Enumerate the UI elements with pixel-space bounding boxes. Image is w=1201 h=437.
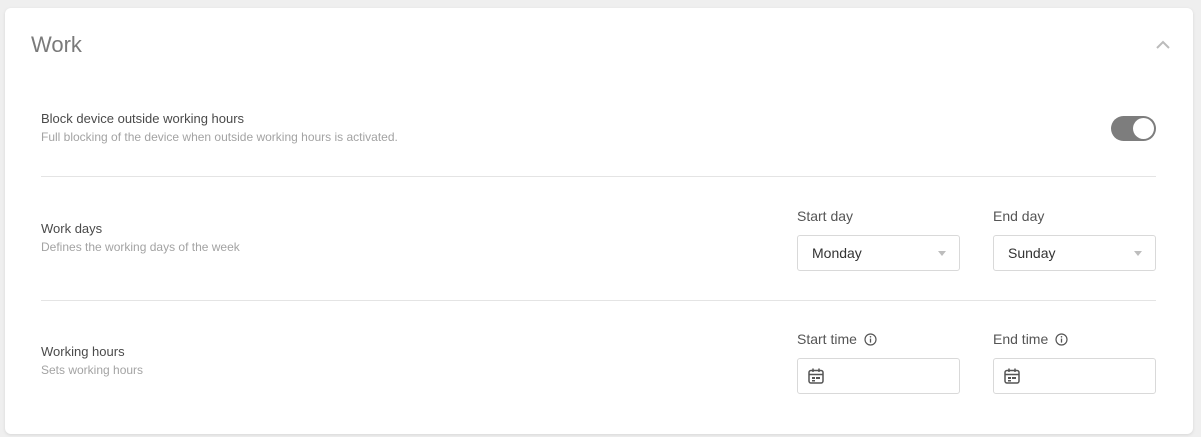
calendar-icon — [1004, 368, 1020, 384]
end-day-label-text: End day — [993, 208, 1045, 224]
caret-down-icon — [938, 251, 946, 256]
work-settings-card: Work Block device outside working hours … — [5, 8, 1193, 434]
start-day-select[interactable]: Monday — [797, 235, 960, 271]
calendar-icon — [808, 368, 824, 384]
info-icon[interactable] — [864, 332, 877, 346]
chevron-up-icon — [1156, 40, 1170, 49]
end-day-select[interactable]: Sunday — [993, 235, 1156, 271]
block-device-toggle[interactable] — [1111, 116, 1156, 141]
work-days-section: Work days Defines the working days of th… — [41, 221, 1156, 254]
end-time-label: End time — [993, 331, 1068, 347]
start-day-label: Start day — [797, 208, 853, 224]
working-hours-description: Sets working hours — [41, 363, 144, 377]
start-day-label-text: Start day — [797, 208, 854, 224]
end-time-input[interactable] — [993, 358, 1156, 394]
info-icon[interactable] — [1055, 332, 1068, 346]
working-hours-section: Working hours Sets working hours — [41, 344, 1156, 377]
work-days-title: Work days — [41, 221, 103, 236]
start-time-label: Start time — [797, 331, 877, 347]
start-day-value: Monday — [812, 245, 862, 261]
block-device-section: Block device outside working hours Full … — [41, 111, 1156, 144]
working-hours-title: Working hours — [41, 344, 125, 359]
start-time-input[interactable] — [797, 358, 960, 394]
caret-down-icon — [1134, 251, 1142, 256]
card-title: Work — [31, 32, 82, 57]
block-device-title: Block device outside working hours — [41, 111, 245, 126]
divider — [41, 300, 1156, 301]
toggle-knob — [1133, 118, 1154, 139]
divider — [41, 176, 1156, 177]
end-day-label: End day — [993, 208, 1044, 224]
end-time-label-text: End time — [993, 331, 1049, 347]
end-day-value: Sunday — [1008, 245, 1056, 261]
collapse-button[interactable] — [1153, 34, 1173, 54]
block-device-description: Full blocking of the device when outside… — [41, 130, 398, 144]
work-days-description: Defines the working days of the week — [41, 240, 240, 254]
start-time-label-text: Start time — [797, 331, 857, 347]
